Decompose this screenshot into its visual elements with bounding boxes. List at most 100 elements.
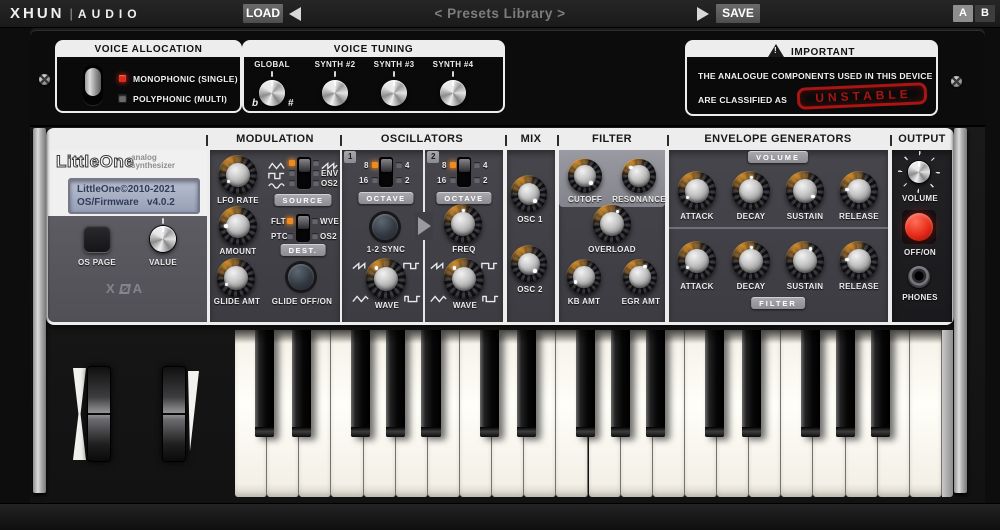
cutoff-knob[interactable] [568,159,602,193]
filter-envelope-badge: FILTER [751,297,805,309]
egr-amt-label: EGR AMT [622,297,661,306]
lcd-display: LittleOne©2010-2021 OS/Firmware v4.0.2 [68,178,200,214]
phones-jack[interactable] [908,266,930,288]
osc1-mix-knob[interactable] [511,176,547,212]
black-key[interactable] [255,330,274,437]
header-divider [206,135,208,146]
save-button[interactable]: SAVE [716,4,760,23]
black-key[interactable] [480,330,499,437]
osc1-octave8-led [372,162,378,168]
black-key[interactable] [742,330,761,437]
overload-knob[interactable] [593,205,631,243]
black-key[interactable] [836,330,855,437]
load-button[interactable]: LOAD [243,4,283,23]
mod-dest-switch[interactable] [296,214,310,242]
black-key[interactable] [611,330,630,437]
mod-wheel[interactable] [162,366,186,462]
square-wave-icon [268,168,285,178]
black-key[interactable] [871,330,890,437]
black-key[interactable] [421,330,440,437]
volume-sustain-knob[interactable] [786,172,824,210]
polyphonic-option-label: POLYPHONIC (MULTI) [133,94,227,104]
next-preset-icon[interactable] [697,7,709,21]
detent-mark-icon [334,71,336,77]
osc2-octave-8: 8 [442,161,447,170]
lfo-rate-knob[interactable] [219,156,257,194]
mod-amount-knob[interactable] [219,207,257,245]
ab-compare-b-button[interactable]: B [975,5,995,22]
dest-led-ptc [287,233,293,239]
egr-amt-knob[interactable] [623,260,657,294]
filter-release-knob[interactable] [840,242,878,280]
osc1-wave-knob[interactable] [366,259,406,299]
ab-compare-a-button[interactable]: A [953,5,973,22]
overload-label: OVERLOAD [588,245,636,254]
black-key[interactable] [576,330,595,437]
black-key[interactable] [351,330,370,437]
triangle-wave-icon [430,291,447,301]
os-page-button[interactable] [84,226,110,252]
synth4-tune-knob[interactable] [440,80,466,106]
source-led-sine [289,180,295,186]
black-key[interactable] [646,330,665,437]
osc2-mix-knob[interactable] [511,246,547,282]
filter-attack-knob[interactable] [678,242,716,280]
dest-badge: DEST. [281,244,326,256]
volume-decay-knob[interactable] [732,172,770,210]
black-key[interactable] [386,330,405,437]
section-title-envelopes: ENVELOPE GENERATORS [704,133,851,145]
volume-attack-knob[interactable] [678,172,716,210]
osc2-octave-2: 2 [483,176,488,185]
pulse-wave-icon [481,258,498,268]
voice-mode-switch[interactable] [83,65,103,105]
filter-attack-label: ATTACK [680,282,714,291]
filter-sustain-knob[interactable] [786,242,824,280]
osc2-freq-knob[interactable] [444,205,482,243]
value-label: VALUE [149,258,177,267]
global-tune-knob[interactable] [259,80,285,106]
monophonic-led [119,75,126,82]
screw-icon [39,74,50,85]
volume-envelope-badge: VOLUME [748,151,808,163]
pitch-bend-wheel[interactable] [87,366,111,462]
black-key[interactable] [292,330,311,437]
black-key[interactable] [705,330,724,437]
osc1-octave-switch[interactable] [379,157,393,187]
osc2-octave-switch[interactable] [457,157,471,187]
glide-button-label: GLIDE OFF/ON [272,297,333,306]
warning-triangle-icon: ! [768,44,784,57]
source-led-saw [313,160,319,166]
section-title-mix: MIX [521,133,542,145]
osc1-octave-4: 4 [405,161,410,170]
mod-source-switch[interactable] [297,157,311,189]
black-key[interactable] [801,330,820,437]
power-on-off-button[interactable] [905,213,933,241]
previous-preset-icon[interactable] [289,7,301,21]
glide-on-off-button[interactable] [288,264,314,290]
osc1-octave-2: 2 [405,176,410,185]
black-key[interactable] [517,330,536,437]
dest-os2-label: OS2 [320,232,337,241]
left-side-rail [33,128,46,493]
filter-release-label: RELEASE [839,282,879,291]
filter-decay-knob[interactable] [732,242,770,280]
kb-amt-knob[interactable] [567,260,601,294]
brand-left: XHUN [10,5,65,22]
master-volume-knob[interactable] [908,161,930,183]
sync-1-2-button[interactable] [372,214,398,240]
synth3-tune-knob[interactable] [381,80,407,106]
value-knob[interactable] [150,226,176,252]
unstable-stamp: UNSTABLE [797,82,928,110]
tuning-synth4-label: SYNTH #4 [433,60,474,69]
xhun-audio-logo-icon: XA [106,281,144,296]
synth2-tune-knob[interactable] [322,80,348,106]
dest-led-flt [287,218,293,224]
source-badge: SOURCE [274,194,331,206]
preset-library-selector[interactable]: < Presets Library > [350,6,650,21]
osc2-wave-knob[interactable] [444,259,484,299]
volume-release-knob[interactable] [840,172,878,210]
resonance-label: RESONANCE [612,195,666,204]
glide-amount-knob[interactable] [217,259,255,297]
resonance-knob[interactable] [622,159,656,193]
white-key[interactable] [910,330,942,497]
